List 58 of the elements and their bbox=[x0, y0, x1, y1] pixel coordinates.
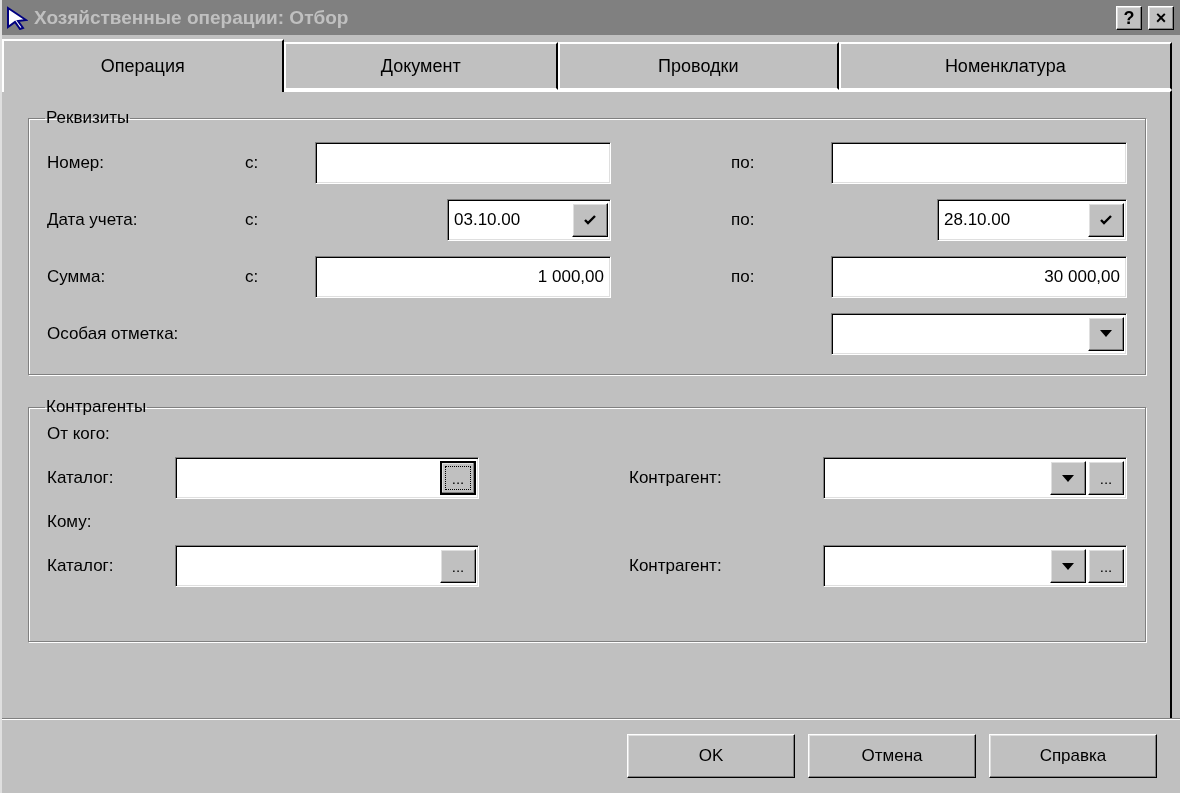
field-label: Сумма: bbox=[47, 266, 107, 287]
section-heading: От кого: bbox=[47, 423, 111, 445]
counterparty-field[interactable]: ... bbox=[823, 545, 1127, 587]
dropdown-button[interactable] bbox=[1050, 549, 1086, 583]
dropdown-field[interactable] bbox=[831, 312, 1127, 355]
close-button[interactable]: × bbox=[1148, 5, 1174, 30]
cursor-arrow-icon bbox=[6, 5, 28, 30]
section-heading: Кому: bbox=[47, 511, 93, 533]
field-label: Контрагент: bbox=[629, 556, 722, 576]
to-label: по: bbox=[730, 266, 756, 287]
date-value: 28.10.00 bbox=[944, 209, 1012, 230]
tab[interactable]: Проводки bbox=[558, 42, 839, 90]
field-label: Каталог: bbox=[47, 468, 114, 488]
amount-field[interactable]: 1 000,00 bbox=[315, 255, 611, 298]
date-field[interactable]: 28.10.00 bbox=[937, 198, 1127, 241]
to-label: по: bbox=[730, 152, 756, 173]
field-label: Контрагент: bbox=[629, 468, 722, 488]
date-value: 03.10.00 bbox=[454, 209, 522, 230]
browse-button[interactable]: ... bbox=[1088, 461, 1124, 495]
dialog-button[interactable]: OK bbox=[627, 734, 795, 778]
dropdown-arrow-icon bbox=[1100, 330, 1112, 337]
dialog-button[interactable]: Отмена bbox=[808, 734, 976, 778]
calendar-button[interactable] bbox=[572, 202, 608, 237]
group-title: Реквизиты bbox=[45, 108, 131, 128]
browse-button[interactable]: ... bbox=[1088, 549, 1124, 583]
input-field[interactable] bbox=[315, 141, 611, 184]
amount-value: 30 000,00 bbox=[1044, 266, 1120, 287]
from-label: с: bbox=[245, 266, 260, 287]
browse-button[interactable]: ... bbox=[440, 549, 476, 583]
catalog-field[interactable]: ... bbox=[175, 545, 479, 587]
browse-button[interactable]: ... bbox=[440, 461, 476, 495]
from-label: с: bbox=[245, 209, 260, 230]
input-field[interactable] bbox=[831, 141, 1127, 184]
dropdown-button[interactable] bbox=[1050, 461, 1086, 495]
field-label: Номер: bbox=[47, 152, 106, 173]
tab[interactable]: Номенклатура bbox=[838, 42, 1172, 90]
dropdown-arrow-icon bbox=[1062, 474, 1074, 482]
date-field[interactable]: 03.10.00 bbox=[447, 198, 611, 241]
dropdown-button[interactable] bbox=[1088, 316, 1124, 351]
group-title: Контрагенты bbox=[45, 397, 148, 417]
window-title: Хозяйственные операции: Отбор bbox=[34, 6, 350, 29]
catalog-field[interactable]: ... bbox=[175, 457, 479, 499]
dialog-button[interactable]: Справка bbox=[989, 734, 1157, 778]
help-button[interactable]: ? bbox=[1116, 5, 1142, 30]
tab[interactable]: Документ bbox=[283, 42, 559, 90]
checkmark-icon bbox=[1100, 214, 1112, 225]
checkmark-icon bbox=[584, 214, 596, 225]
counterparty-field[interactable]: ... bbox=[823, 457, 1127, 499]
field-label: Каталог: bbox=[47, 556, 114, 576]
field-label: Особая отметка: bbox=[47, 323, 180, 344]
tab[interactable]: Операция bbox=[2, 39, 284, 92]
from-label: с: bbox=[245, 152, 260, 173]
amount-field[interactable]: 30 000,00 bbox=[831, 255, 1127, 298]
calendar-button[interactable] bbox=[1088, 202, 1124, 237]
dropdown-arrow-icon bbox=[1062, 562, 1074, 570]
field-label: Дата учета: bbox=[47, 209, 139, 230]
amount-value: 1 000,00 bbox=[537, 266, 604, 287]
to-label: по: bbox=[730, 209, 756, 230]
